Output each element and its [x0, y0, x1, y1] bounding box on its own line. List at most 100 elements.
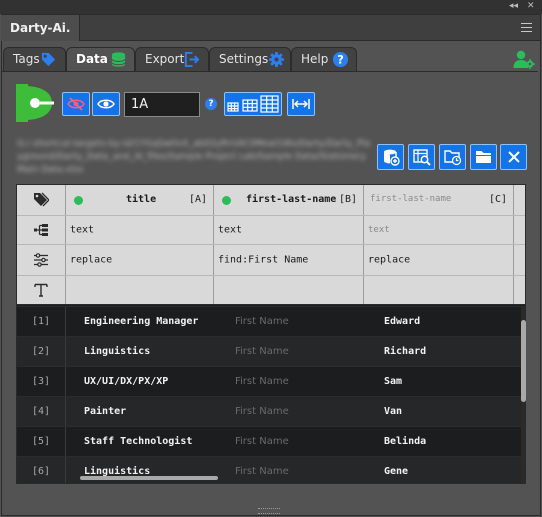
cell-title[interactable]: Staff Technologist — [84, 427, 192, 456]
row-header-action — [17, 245, 66, 275]
table-row[interactable]: [5] Staff Technologist First Name Belind… — [17, 426, 521, 456]
preview-data-icon — [412, 149, 431, 166]
close-panel-button[interactable]: ✕ — [527, 1, 535, 11]
tab-settings[interactable]: Settings — [209, 47, 291, 71]
load-data-icon — [383, 149, 400, 166]
gear-icon — [268, 51, 285, 68]
cell-first-name[interactable]: First Name — [235, 307, 289, 336]
cell-reference-input[interactable]: 1A — [124, 92, 200, 117]
tab-label: Help — [301, 52, 329, 66]
cell-name[interactable]: Belinda — [384, 427, 426, 456]
cell-title[interactable]: UX/UI/DX/PX/XP — [84, 367, 168, 396]
action-value: replace — [368, 254, 411, 266]
tab-export[interactable]: Export — [135, 47, 209, 71]
action-value: replace — [70, 254, 113, 266]
cell-title[interactable]: Painter — [84, 397, 126, 426]
darty-logo — [16, 84, 54, 122]
cell-first-name[interactable]: First Name — [235, 457, 289, 483]
type-value: text — [70, 224, 95, 236]
text-cell-b[interactable] — [214, 276, 364, 304]
eye-slash-icon — [67, 97, 85, 111]
action-cell-c[interactable]: replace — [364, 245, 514, 275]
active-status-dot — [74, 196, 83, 205]
cell-first-name[interactable]: First Name — [235, 337, 289, 366]
tab-label: Tags — [13, 52, 40, 66]
panel-menu-icon[interactable] — [521, 23, 532, 35]
row-number: [4] — [17, 397, 66, 426]
fit-width-button[interactable] — [287, 92, 315, 116]
text-cell-a[interactable] — [66, 276, 214, 304]
panel-resize-grip[interactable] — [258, 508, 280, 514]
cell-name[interactable]: Gene — [384, 457, 408, 483]
column-letter: [C] — [488, 194, 507, 205]
type-cell-a[interactable]: text — [66, 216, 214, 244]
table-row[interactable]: [2] Linguistics First Name Richard — [17, 336, 521, 366]
column-header-b[interactable]: first-last-name [B] — [214, 185, 364, 215]
column-letter: [B] — [338, 194, 357, 205]
row-number: [5] — [17, 427, 66, 456]
table-size-button[interactable] — [224, 92, 282, 116]
vertical-scrollbar[interactable] — [521, 306, 526, 484]
tab-data[interactable]: Data — [66, 47, 135, 72]
preview-data-button[interactable] — [408, 144, 435, 170]
action-value: find:First Name — [218, 254, 309, 266]
type-value: text — [368, 225, 390, 235]
tab-help[interactable]: Help ? — [291, 47, 357, 71]
data-source-path: G:/ shortcut-targets-by-id/1YGqSwtlvX_ab… — [17, 139, 371, 175]
column-title: first-last-name — [370, 194, 452, 204]
row-header-text — [17, 276, 66, 304]
close-source-button[interactable] — [500, 144, 527, 170]
row-header-tags — [17, 185, 66, 215]
type-tree-icon — [34, 224, 48, 236]
tab-tags[interactable]: Tags — [3, 47, 66, 71]
eye-icon — [97, 99, 115, 109]
row-number: [6] — [17, 457, 66, 483]
svg-text:?: ? — [337, 52, 344, 66]
show-button[interactable] — [92, 92, 120, 116]
collapse-panel-button[interactable]: ◂◂ — [509, 1, 518, 11]
cell-name[interactable]: Edward — [384, 307, 420, 336]
horizontal-scroll-thumb[interactable] — [80, 476, 218, 480]
cell-first-name[interactable]: First Name — [235, 427, 289, 456]
cell-help-icon[interactable]: ? — [205, 98, 217, 110]
panel-titlebar: Darty-Ai. — [1, 15, 540, 41]
folder-icon — [475, 151, 491, 163]
text-type-icon — [34, 283, 48, 297]
cell-first-name[interactable]: First Name — [235, 367, 289, 396]
panel-title[interactable]: Darty-Ai. — [1, 15, 81, 41]
header-row-titles: title [A] first-last-name [B] first-last… — [17, 185, 525, 216]
row-number: [2] — [17, 337, 66, 366]
tags-icon — [34, 192, 49, 207]
column-header-a[interactable]: title [A] — [66, 185, 214, 215]
type-cell-c[interactable]: text — [364, 216, 514, 244]
tab-label: Export — [145, 52, 185, 66]
table-row[interactable]: [4] Painter First Name Van — [17, 396, 521, 426]
action-cell-b[interactable]: find:First Name — [214, 245, 364, 275]
column-header-c[interactable]: first-last-name [C] — [364, 185, 514, 215]
data-grid: title [A] first-last-name [B] first-last… — [16, 184, 526, 484]
folder-button[interactable] — [470, 144, 497, 170]
database-icon — [111, 52, 126, 67]
cell-name[interactable]: Sam — [384, 367, 402, 396]
cell-title[interactable]: Linguistics — [84, 337, 150, 366]
sliders-icon — [34, 253, 48, 267]
type-cell-b[interactable]: text — [214, 216, 364, 244]
vertical-scroll-thumb[interactable] — [521, 320, 526, 402]
cell-first-name[interactable]: First Name — [235, 397, 289, 426]
text-cell-c[interactable] — [364, 276, 514, 304]
cell-name[interactable]: Van — [384, 397, 402, 426]
user-settings-icon[interactable] — [513, 49, 535, 69]
load-data-button[interactable] — [377, 144, 404, 170]
action-cell-a[interactable]: replace — [66, 245, 214, 275]
hide-button[interactable] — [62, 92, 90, 116]
open-folder-button[interactable] — [439, 144, 466, 170]
cell-name[interactable]: Richard — [384, 337, 426, 366]
table-row[interactable]: [3] UX/UI/DX/PX/XP First Name Sam — [17, 366, 521, 396]
export-icon — [184, 51, 200, 68]
column-title: first-last-name — [246, 194, 337, 205]
cell-title[interactable]: Engineering Manager — [84, 307, 198, 336]
type-value: text — [218, 224, 243, 236]
table-row[interactable]: [1] Engineering Manager First Name Edwar… — [17, 306, 521, 336]
close-icon — [507, 151, 520, 163]
tab-label: Settings — [219, 52, 269, 66]
